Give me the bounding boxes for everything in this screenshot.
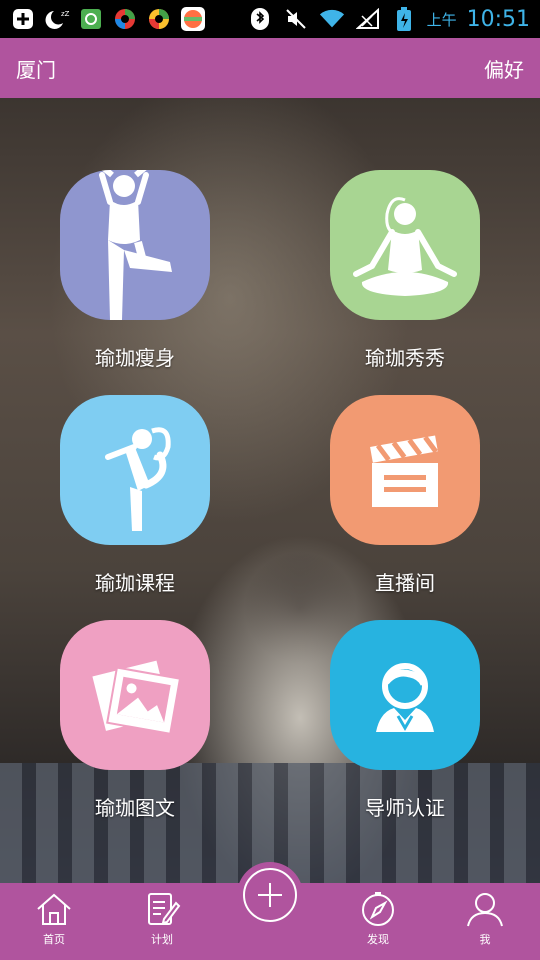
nav-home[interactable]: 首页 — [14, 891, 94, 947]
nav-plan[interactable]: 计划 — [122, 891, 202, 947]
preferences-button[interactable]: 偏好 — [484, 54, 524, 83]
user-profile-icon — [467, 893, 503, 927]
nav-discover-label: 发现 — [367, 933, 389, 946]
tile-label: 瑜珈瘦身 — [95, 346, 175, 370]
sleep-moon-icon: zZ — [44, 6, 70, 32]
tile-label: 导师认证 — [365, 796, 445, 820]
plus-icon — [243, 868, 297, 922]
home-icon — [37, 893, 71, 925]
feature-grid: 瑜珈瘦身 瑜珈秀秀 瑜珈课程 直播间 瑜珈图文 导师认证 — [0, 98, 540, 883]
instructor-icon — [330, 620, 480, 770]
tile-yoga-show[interactable]: 瑜珈秀秀 — [305, 170, 505, 371]
add-button[interactable] — [237, 862, 303, 928]
tile-label: 瑜珈图文 — [95, 796, 175, 820]
tile-yoga-courses[interactable]: 瑜珈课程 — [35, 395, 235, 596]
compass-icon — [362, 892, 394, 926]
city-selector[interactable]: 厦门 — [16, 54, 56, 83]
tile-live-room[interactable]: 直播间 — [305, 395, 505, 596]
clock-time: 10:51 — [466, 6, 530, 32]
nav-home-label: 首页 — [43, 933, 65, 946]
tile-label: 瑜珈课程 — [95, 571, 175, 595]
nav-me[interactable]: 我 — [445, 891, 525, 947]
app-header: 厦门 偏好 — [0, 38, 540, 98]
app-green-icon — [78, 6, 104, 32]
wifi-icon — [319, 6, 345, 32]
plan-edit-icon — [148, 893, 181, 925]
tile-label: 瑜珈秀秀 — [365, 346, 445, 370]
nav-plan-label: 计划 — [151, 933, 173, 946]
yoga-dancer-pose-icon — [60, 395, 210, 545]
signal-icon — [355, 6, 381, 32]
app-colorful-icon-2 — [146, 6, 172, 32]
nav-me-label: 我 — [479, 933, 491, 946]
notification-icons: zZ — [10, 6, 206, 32]
photo-gallery-icon — [60, 620, 210, 770]
app-store-icon — [180, 6, 206, 32]
yoga-lotus-pose-icon — [330, 170, 480, 320]
clock-ampm: 上午 — [426, 10, 457, 29]
clapperboard-icon — [330, 395, 480, 545]
bluetooth-icon — [247, 6, 273, 32]
battery-charging-icon — [391, 6, 417, 32]
tile-instructor-cert[interactable]: 导师认证 — [305, 620, 505, 821]
tile-label: 直播间 — [375, 571, 435, 595]
yoga-tree-pose-icon — [60, 170, 210, 320]
mute-icon — [283, 6, 309, 32]
add-notification-icon — [10, 6, 36, 32]
nav-discover[interactable]: 发现 — [338, 891, 418, 947]
svg-text:zZ: zZ — [61, 10, 70, 18]
home-background: 瑜珈瘦身 瑜珈秀秀 瑜珈课程 直播间 瑜珈图文 导师认证 — [0, 98, 540, 883]
tile-yoga-slim[interactable]: 瑜珈瘦身 — [35, 170, 235, 371]
app-colorful-icon — [112, 6, 138, 32]
tile-yoga-articles[interactable]: 瑜珈图文 — [35, 620, 235, 821]
status-bar: zZ 上午 10:51 — [0, 0, 540, 38]
